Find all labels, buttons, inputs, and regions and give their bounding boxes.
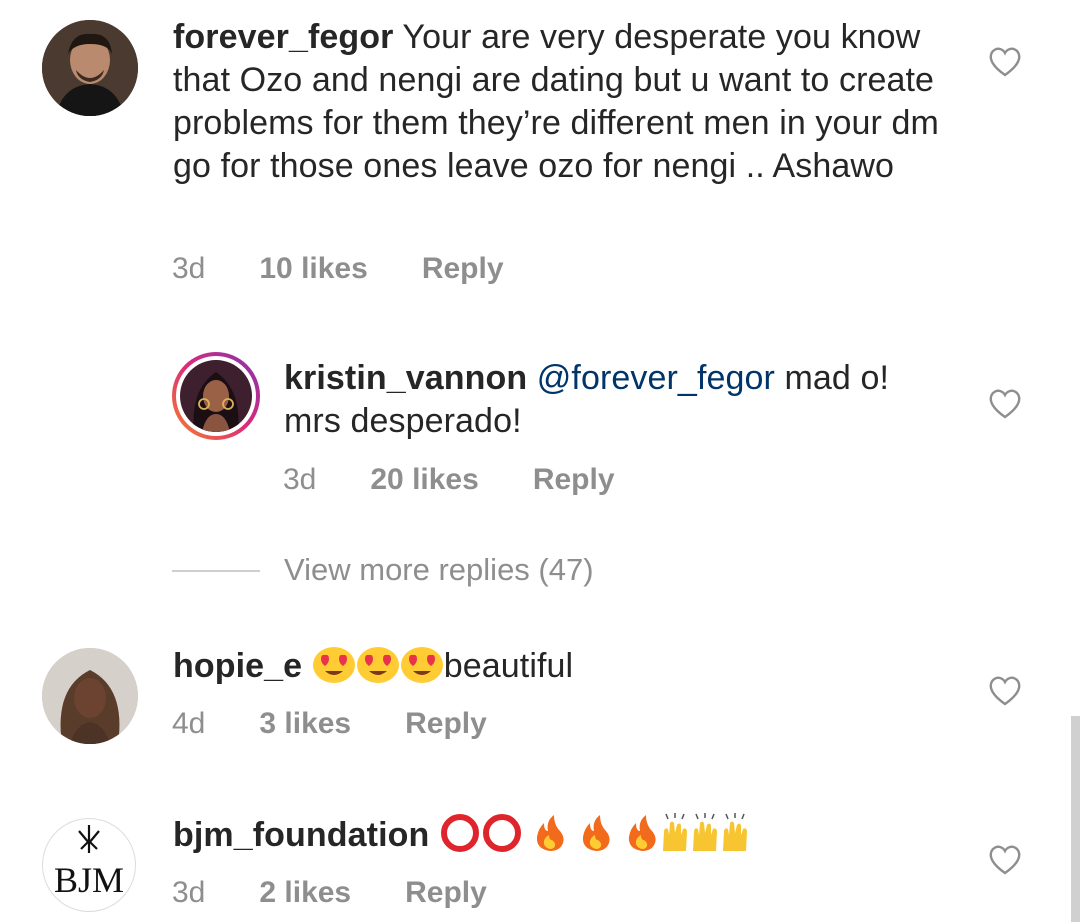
heart-eyes-emoji-icon (312, 647, 355, 683)
heart-icon[interactable] (988, 844, 1022, 876)
avatar[interactable] (42, 648, 138, 744)
heart-icon[interactable] (988, 388, 1022, 420)
heart-eyes-emoji-icon (400, 647, 443, 683)
likes-count-button[interactable]: 20 likes (370, 463, 478, 497)
view-more-divider (172, 570, 260, 572)
raising-hands-emoji-icon (662, 813, 687, 851)
emoji-group (439, 813, 750, 854)
reply-button[interactable]: Reply (405, 876, 487, 910)
comment-text: forever_fegor Your are very desperate yo… (173, 16, 963, 188)
comment-timestamp: 3d (172, 252, 206, 285)
heart-eyes-emoji-icon (356, 647, 399, 683)
likes-count-button[interactable]: 10 likes (259, 252, 367, 286)
comment-username[interactable]: hopie_e (173, 647, 302, 685)
reply-button[interactable]: Reply (405, 707, 487, 741)
comment-username[interactable]: kristin_vannon (284, 359, 527, 397)
view-more-replies-button[interactable]: View more replies (47) (284, 552, 594, 588)
mention-link[interactable]: @forever_fegor (537, 359, 775, 397)
hollow-red-circle-emoji-icon (482, 814, 521, 852)
reply-button[interactable]: Reply (533, 463, 615, 497)
woman-portrait-story-ring-avatar-icon (180, 360, 252, 432)
avatar[interactable] (172, 352, 260, 440)
reply-button[interactable]: Reply (422, 252, 504, 286)
man-portrait-avatar-icon (42, 20, 138, 116)
likes-count-button[interactable]: 3 likes (259, 707, 351, 741)
avatar[interactable] (42, 20, 138, 116)
raising-hands-emoji-icon (722, 813, 747, 851)
scrollbar[interactable] (1071, 716, 1080, 922)
reply-comment-text: kristin_vannon @forever_fegor mad o! mrs… (284, 357, 944, 443)
comment-timestamp: 3d (283, 463, 317, 496)
fire-emoji-icon (537, 815, 565, 851)
comment-timestamp: 4d (172, 707, 206, 740)
likes-count-button[interactable]: 2 likes (259, 876, 351, 910)
comment-meta: 3d 20 likes Reply (283, 463, 615, 497)
fire-emoji-icon (628, 815, 656, 851)
comment-username[interactable]: forever_fegor (173, 18, 394, 56)
fire-emoji-icon (582, 815, 610, 851)
hollow-red-circle-emoji-icon (440, 814, 479, 852)
comment-text: hopie_e beautiful (173, 644, 963, 688)
raising-hands-emoji-icon (692, 813, 717, 851)
comment-meta: 4d 3 likes Reply (172, 707, 487, 741)
comment-username[interactable]: bjm_foundation (173, 816, 429, 854)
avatar[interactable]: BJM (42, 818, 136, 912)
heart-icon[interactable] (988, 46, 1022, 78)
comment-meta: 3d 2 likes Reply (172, 876, 487, 910)
avatar-logo-text: BJM (53, 860, 125, 900)
comment-meta: 3d 10 likes Reply (172, 252, 504, 286)
comment-text: bjm_foundation (173, 813, 963, 857)
heart-icon[interactable] (988, 675, 1022, 707)
comment-body: beautiful (443, 647, 574, 685)
comment-timestamp: 3d (172, 876, 206, 909)
emoji-group (312, 647, 444, 685)
woman-portrait-avatar-icon (42, 648, 138, 744)
